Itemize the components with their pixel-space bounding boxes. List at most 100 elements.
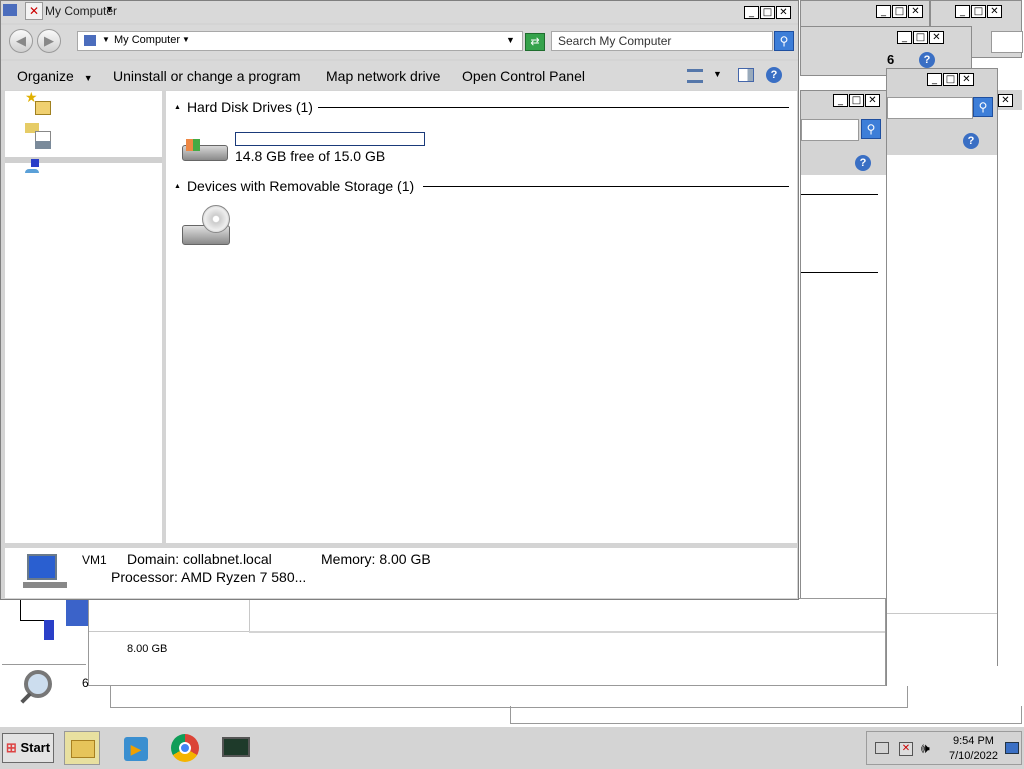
collapse-icon[interactable]: ▲ [174,183,181,190]
back-button[interactable]: ◀ [9,29,33,53]
taskbar: ⊞ Start ▶ ✕ 🕪 9:54 PM 7/10/2022 [0,726,1024,769]
help-icon[interactable]: ? [919,52,935,68]
memory-value: 8.00 GB [127,643,168,655]
close-button[interactable]: ✕ [987,5,1002,18]
view-options-icon[interactable] [687,69,703,83]
background-window-d: _ □ ✕ ⚲ ? [886,68,998,666]
chrome-taskbar-button[interactable] [168,731,204,765]
computer-icon[interactable] [31,159,39,167]
title-bar[interactable]: ✕ My Computer ▼ _ □ ✕ [1,1,798,23]
clock-time[interactable]: 9:54 PM [953,735,994,747]
map-network-drive-button[interactable]: Map network drive [326,68,440,84]
group-divider [423,186,789,187]
address-field[interactable]: ▼ My Computer ▼ ▼ [77,31,523,51]
help-icon[interactable]: ? [855,155,871,171]
collapse-icon[interactable]: ▲ [174,104,181,111]
show-desktop-icon[interactable] [1005,742,1019,754]
close-button[interactable]: ✕ [908,5,923,18]
background-search-field[interactable] [991,31,1023,53]
divider [801,194,878,195]
start-button[interactable]: ⊞ Start [2,733,54,763]
file-explorer-taskbar-button[interactable] [64,731,100,765]
background-search-field[interactable] [801,119,859,141]
background-window-left-pieces: 6 [0,598,89,722]
close-button[interactable]: ✕ [929,31,944,44]
help-icon[interactable]: ? [766,67,782,83]
address-text: My Computer [114,34,181,46]
folder-icon[interactable] [35,101,51,115]
maximize-button[interactable]: □ [849,94,864,107]
maximize-button[interactable]: □ [943,73,958,86]
minimize-button[interactable]: _ [876,5,891,18]
maximize-button[interactable]: □ [760,6,775,19]
network-monitor-taskbar-button[interactable] [218,731,254,765]
background-search-field[interactable] [887,97,973,119]
drive-icon[interactable] [35,141,51,149]
chevron-down-icon: ▼ [105,4,114,14]
computer-name: VM1 [82,553,107,567]
close-button[interactable]: ✕ [998,94,1013,107]
open-control-panel-button[interactable]: Open Control Panel [462,68,585,84]
action-center-icon[interactable] [875,742,889,754]
monitor-icon [222,737,250,757]
background-window-e: ✕ [998,90,1022,110]
preview-pane-icon[interactable] [738,68,754,82]
hdd-group-header[interactable]: ▲ Hard Disk Drives (1) [174,99,313,115]
removable-group-header[interactable]: ▲ Devices with Removable Storage (1) [174,178,414,194]
background-window-lower: 8.00 GB [88,598,886,686]
close-button[interactable]: ✕ [776,6,791,19]
computer-icon [66,600,88,626]
minimize-button[interactable]: _ [833,94,848,107]
search-icon[interactable]: ⚲ [861,119,881,139]
network-icon[interactable] [25,169,39,173]
dvd-drive-icon [182,205,232,249]
disk-free-space: 14.8 GB free of 15.0 GB [235,148,386,164]
address-dropdown-icon[interactable]: ▼ [506,35,515,45]
search-icon[interactable]: ⚲ [973,97,993,117]
local-disk-item[interactable]: 14.8 GB free of 15.0 GB [180,131,430,167]
processor-label: Processor: AMD Ryzen 7 580... [111,569,307,585]
background-window-bottom-frame [110,686,908,708]
system-tray: ✕ 🕪 9:54 PM 7/10/2022 [866,731,1022,765]
volume-icon[interactable]: 🕪 [921,740,930,757]
group-divider [318,107,789,108]
media-player-icon: ▶ [124,737,148,761]
network-status-icon[interactable]: ✕ [899,742,913,756]
media-player-taskbar-button[interactable]: ▶ [118,731,154,765]
refresh-icon[interactable]: ⇄ [525,33,545,51]
chevron-down-icon[interactable]: ▼ [713,69,722,79]
close-button[interactable]: ✕ [865,94,880,107]
hard-drive-icon [182,137,228,163]
removable-header-label: Devices with Removable Storage (1) [186,178,415,194]
maximize-button[interactable]: □ [971,5,986,18]
chevron-down-icon: ▼ [182,35,190,44]
maximize-button[interactable]: □ [892,5,907,18]
minimize-button[interactable]: _ [955,5,970,18]
dvd-drive-item[interactable] [180,205,236,251]
domain-label: Domain: collabnet.local [127,551,272,567]
organize-button[interactable]: Organize ▼ [17,68,93,84]
forward-button[interactable]: ▶ [37,29,61,53]
window-number-label: 6 [887,52,895,67]
chevron-down-icon[interactable]: ▼ [102,35,110,44]
chevron-down-icon: ▼ [83,73,93,83]
windows-logo-icon: ⊞ [5,740,17,755]
minimize-button[interactable]: _ [744,6,759,19]
close-button[interactable]: ✕ [959,73,974,86]
minimize-button[interactable]: _ [897,31,912,44]
navigation-pane: ★ [5,89,162,543]
search-icon[interactable]: ⚲ [774,31,794,51]
uninstall-program-button[interactable]: Uninstall or change a program [113,68,301,84]
minimize-button[interactable]: _ [927,73,942,86]
organize-label: Organize [17,68,74,84]
disk-usage-bar [235,132,425,146]
maximize-button[interactable]: □ [913,31,928,44]
help-icon[interactable]: ? [963,133,979,149]
clock-date[interactable]: 7/10/2022 [949,750,998,762]
address-bar: ◀ ▶ ▼ My Computer ▼ ▼ ⇄ Search My Comput… [1,25,798,59]
search-input[interactable]: Search My Computer [551,31,773,51]
nav-selected-computer[interactable] [5,157,162,163]
start-label: Start [20,740,51,755]
memory-label: Memory: 8.00 GB [321,551,431,567]
hdd-header-label: Hard Disk Drives (1) [186,99,313,115]
